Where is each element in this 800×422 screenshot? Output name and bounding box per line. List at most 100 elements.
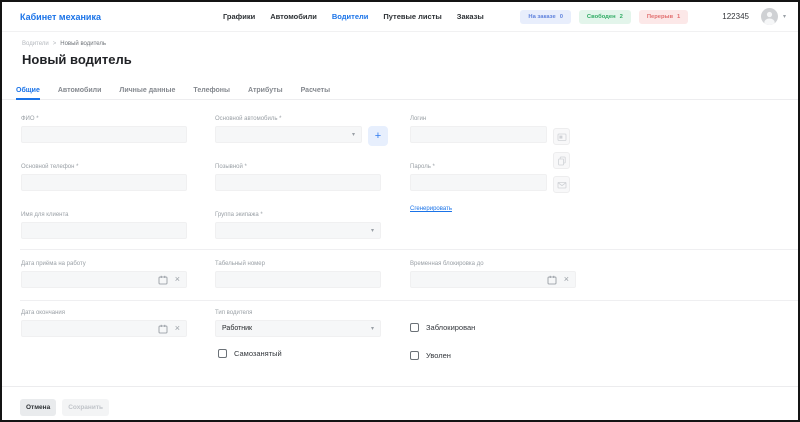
- field-callsign: Позывной *: [215, 164, 381, 191]
- main-nav: Графики Автомобили Водители Путевые лист…: [223, 12, 484, 21]
- end-date-label: Дата окончания: [21, 310, 187, 316]
- badge-on-order-count: 0: [560, 14, 563, 20]
- temp-block-input[interactable]: ×: [410, 271, 576, 288]
- main-phone-input[interactable]: [21, 174, 187, 191]
- generate-password-link[interactable]: Сгенерировать: [410, 206, 452, 212]
- hire-date-input[interactable]: ×: [21, 271, 187, 288]
- password-label: Пароль *: [410, 164, 547, 170]
- badge-free[interactable]: Свободен 2: [579, 10, 631, 24]
- badge-on-order-label: На заказе: [528, 14, 555, 20]
- field-personnel-number: Табельный номер: [215, 261, 381, 288]
- field-login: Логин: [410, 116, 547, 143]
- main-phone-label: Основной телефон *: [21, 164, 187, 170]
- field-main-phone: Основной телефон *: [21, 164, 187, 191]
- checkbox-icon: [218, 349, 227, 358]
- chevron-down-icon[interactable]: ▾: [783, 13, 786, 20]
- breadcrumb-separator: >: [53, 41, 57, 47]
- breadcrumb: Водители > Новый водитель: [22, 41, 106, 47]
- fired-label: Уволен: [426, 351, 451, 360]
- nav-waybills[interactable]: Путевые листы: [383, 12, 441, 21]
- tab-calculations[interactable]: Расчеты: [301, 87, 330, 100]
- fio-input[interactable]: [21, 126, 187, 143]
- avatar[interactable]: [761, 8, 778, 25]
- field-temp-block: Временная блокировка до ×: [410, 261, 576, 288]
- driver-type-value: Работник: [222, 325, 252, 332]
- client-name-input[interactable]: [21, 222, 187, 239]
- tab-attributes[interactable]: Атрибуты: [248, 87, 283, 100]
- callsign-input[interactable]: [215, 174, 381, 191]
- crew-group-select[interactable]: ▾: [215, 222, 381, 239]
- save-button[interactable]: Сохранить: [62, 399, 109, 416]
- copy-icon: [557, 156, 567, 166]
- driver-type-label: Тип водителя: [215, 310, 381, 316]
- tab-personal-data[interactable]: Личные данные: [119, 87, 175, 100]
- badge-break[interactable]: Перерыв 1: [639, 10, 688, 24]
- mail-icon: [557, 180, 567, 190]
- main-car-label: Основной автомобиль *: [215, 116, 362, 122]
- main-car-select[interactable]: ▾: [215, 126, 362, 143]
- nav-orders[interactable]: Заказы: [457, 12, 484, 21]
- badge-on-order[interactable]: На заказе 0: [520, 10, 571, 24]
- hire-date-label: Дата приёма на работу: [21, 261, 187, 267]
- self-employed-label: Самозанятый: [234, 349, 282, 358]
- page-title: Новый водитель: [22, 52, 132, 67]
- app-logo[interactable]: Кабинет механика: [20, 12, 101, 22]
- login-card-button[interactable]: [553, 128, 570, 145]
- app-header: Кабинет механика Графики Автомобили Води…: [2, 2, 798, 32]
- calendar-icon[interactable]: [547, 275, 557, 285]
- calendar-icon[interactable]: [158, 275, 168, 285]
- add-car-button[interactable]: +: [368, 126, 388, 146]
- nav-drivers[interactable]: Водители: [332, 12, 369, 21]
- blocked-checkbox[interactable]: Заблокирован: [410, 323, 475, 332]
- nav-cars[interactable]: Автомобили: [270, 12, 317, 21]
- user-number: 122345: [722, 12, 749, 21]
- tab-cars[interactable]: Автомобили: [58, 87, 102, 100]
- plus-icon: +: [375, 130, 381, 142]
- form-actions: Отмена Сохранить: [20, 399, 109, 416]
- personnel-number-label: Табельный номер: [215, 261, 381, 267]
- fired-checkbox[interactable]: Уволен: [410, 351, 451, 360]
- nav-graphics[interactable]: Графики: [223, 12, 255, 21]
- breadcrumb-current: Новый водитель: [60, 41, 106, 47]
- breadcrumb-drivers[interactable]: Водители: [22, 41, 49, 47]
- driver-status-badges: На заказе 0 Свободен 2 Перерыв 1: [520, 10, 688, 24]
- chevron-down-icon: ▾: [371, 227, 374, 234]
- end-date-input[interactable]: ×: [21, 320, 187, 337]
- clear-icon[interactable]: ×: [175, 324, 180, 333]
- personnel-number-input[interactable]: [215, 271, 381, 288]
- login-label: Логин: [410, 116, 547, 122]
- field-main-car: Основной автомобиль * ▾: [215, 116, 362, 143]
- self-employed-checkbox[interactable]: Самозанятый: [218, 349, 282, 358]
- calendar-icon[interactable]: [158, 324, 168, 334]
- section-divider: [20, 300, 798, 301]
- tab-bar: Общие Автомобили Личные данные Телефоны …: [2, 81, 798, 100]
- checkbox-icon: [410, 351, 419, 360]
- field-fio: ФИО *: [21, 116, 187, 143]
- field-client-name: Имя для клиента: [21, 212, 187, 239]
- chevron-down-icon: ▾: [371, 325, 374, 332]
- client-name-label: Имя для клиента: [21, 212, 187, 218]
- badge-break-count: 1: [677, 14, 680, 20]
- field-crew-group: Группа экипажа * ▾: [215, 212, 381, 239]
- cancel-button[interactable]: Отмена: [20, 399, 56, 416]
- temp-block-label: Временная блокировка до: [410, 261, 576, 267]
- app-window: Кабинет механика Графики Автомобили Води…: [0, 0, 800, 422]
- clear-icon[interactable]: ×: [564, 275, 569, 284]
- badge-free-count: 2: [620, 14, 623, 20]
- blocked-label: Заблокирован: [426, 323, 475, 332]
- tab-general[interactable]: Общие: [16, 87, 40, 100]
- chevron-down-icon: ▾: [352, 131, 355, 138]
- driver-type-select[interactable]: Работник ▾: [215, 320, 381, 337]
- tab-phones[interactable]: Телефоны: [193, 87, 230, 100]
- send-mail-button[interactable]: [553, 176, 570, 193]
- section-divider: [20, 249, 798, 250]
- login-input[interactable]: [410, 126, 547, 143]
- field-password: Пароль *: [410, 164, 547, 191]
- badge-free-label: Свободен: [587, 14, 616, 20]
- copy-button[interactable]: [553, 152, 570, 169]
- crew-group-label: Группа экипажа *: [215, 212, 381, 218]
- clear-icon[interactable]: ×: [175, 275, 180, 284]
- password-input[interactable]: [410, 174, 547, 191]
- field-end-date: Дата окончания ×: [21, 310, 187, 337]
- field-hire-date: Дата приёма на работу ×: [21, 261, 187, 288]
